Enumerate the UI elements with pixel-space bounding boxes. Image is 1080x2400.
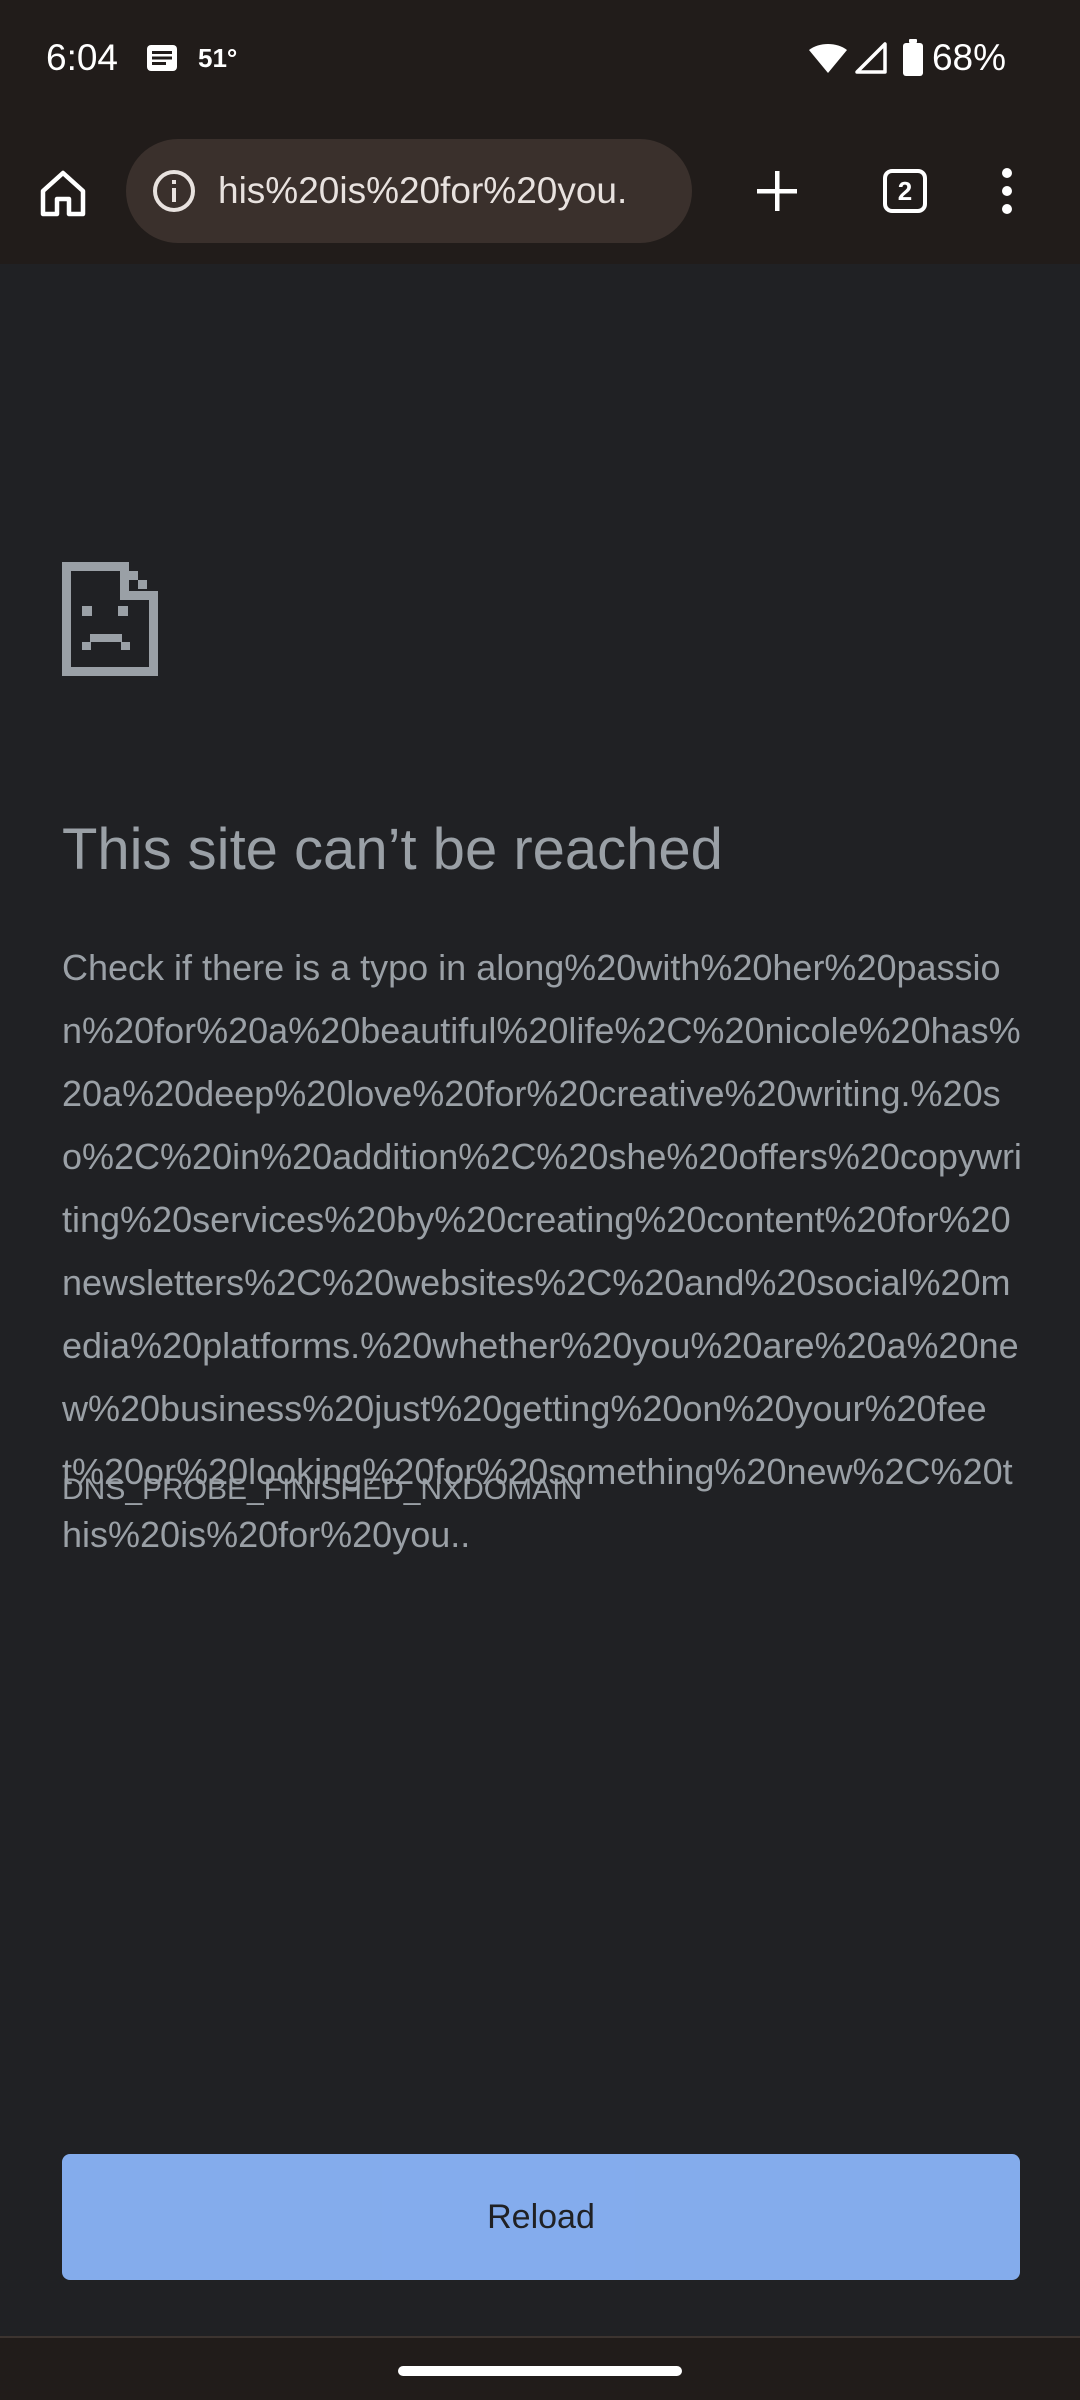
error-page: This site can’t be reached Check if ther…: [0, 264, 1080, 2336]
more-options-button[interactable]: [972, 156, 1042, 226]
home-icon: [40, 170, 86, 217]
tab-switcher-button[interactable]: 2: [870, 156, 940, 226]
cellular-signal-icon: [854, 41, 888, 75]
plus-icon: [757, 171, 797, 211]
status-time: 6:04: [46, 37, 119, 78]
wifi-icon: [808, 41, 848, 75]
url-bar[interactable]: his%20is%20for%20you.: [126, 139, 692, 243]
home-indicator[interactable]: [398, 2366, 682, 2376]
screen: 6:04 51° 68% his%20is%20for%20you. 2 Thi…: [0, 0, 1080, 2400]
message-icon: [146, 44, 178, 72]
reload-button[interactable]: Reload: [62, 2154, 1020, 2280]
status-right-group: 68%: [808, 34, 1006, 82]
tab-switcher-icon: 2: [883, 169, 927, 213]
status-bar: 6:04 51° 68%: [0, 0, 1080, 118]
battery-icon: [902, 39, 924, 77]
url-text[interactable]: his%20is%20for%20you.: [218, 139, 676, 243]
error-title: This site can’t be reached: [62, 817, 723, 882]
more-vert-icon: [1002, 168, 1012, 214]
home-button[interactable]: [28, 158, 98, 228]
new-tab-button[interactable]: [742, 156, 812, 226]
gesture-nav-bar: [0, 2338, 1080, 2400]
sad-page-icon: [62, 562, 158, 676]
battery-percent: 68%: [931, 37, 1006, 78]
status-temperature: 51°: [198, 43, 238, 73]
tab-count: 2: [897, 175, 913, 206]
error-code: DNS_PROBE_FINISHED_NXDOMAIN: [62, 1473, 583, 1506]
browser-toolbar: his%20is%20for%20you. 2: [0, 118, 1080, 264]
info-icon[interactable]: [150, 167, 198, 215]
